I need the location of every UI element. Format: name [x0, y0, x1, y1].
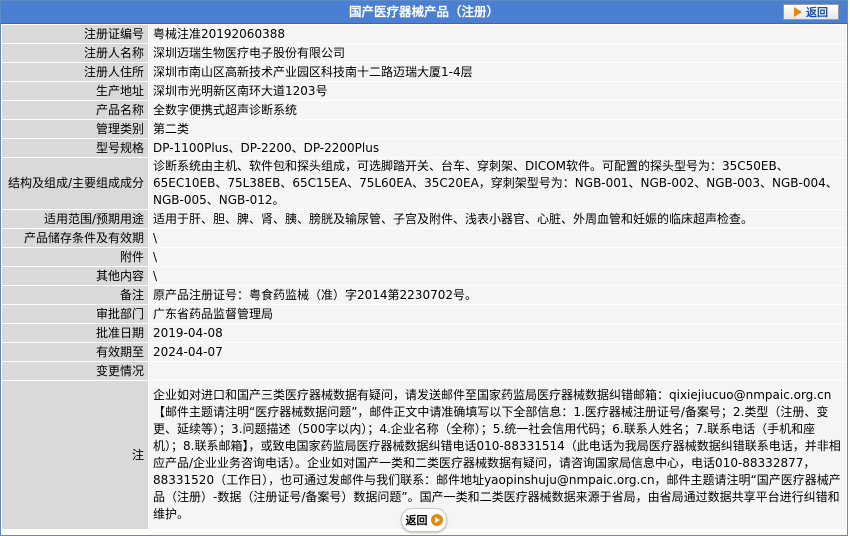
row-label: 有效期至 — [1, 342, 149, 362]
row-label: 注册人住所 — [1, 62, 149, 82]
title-bar: 国产医疗器械产品（注册） 返回 — [1, 1, 847, 24]
detail-panel: 国产医疗器械产品（注册） 返回 注册证编号 粤械注准20192060388 注册… — [0, 0, 848, 536]
back-button-label: 返回 — [806, 6, 828, 19]
detail-table: 注册证编号 粤械注准20192060388 注册人名称 深圳迈瑞生物医疗电子股份… — [1, 24, 847, 530]
table-row: 产品储存条件及有效期 \ — [1, 228, 847, 248]
row-value: 全数字便携式超声诊断系统 — [148, 100, 847, 120]
row-label: 备注 — [1, 285, 149, 305]
row-label: 审批部门 — [1, 304, 149, 324]
row-label: 注册证编号 — [1, 24, 149, 44]
row-value: 深圳迈瑞生物医疗电子股份有限公司 — [148, 43, 847, 63]
row-label: 附件 — [1, 247, 149, 267]
row-value: 广东省药品监督管理局 — [148, 304, 847, 324]
row-label: 批准日期 — [1, 323, 149, 343]
row-value: 原产品注册证号：粤食药监械（准）字2014第2230702号。 — [148, 285, 847, 305]
table-row: 批准日期 2019-04-08 — [1, 323, 847, 343]
row-label: 其他内容 — [1, 266, 149, 286]
table-row: 产品名称 全数字便携式超声诊断系统 — [1, 100, 847, 120]
table-row: 附件 \ — [1, 247, 847, 267]
page-title: 国产医疗器械产品（注册） — [348, 4, 499, 19]
row-value: 粤械注准20192060388 — [148, 24, 847, 44]
table-row: 备注 原产品注册证号：粤食药监械（准）字2014第2230702号。 — [1, 285, 847, 305]
back-button-top[interactable]: 返回 — [783, 4, 839, 20]
table-row: 注册人住所 深圳市南山区高新技术产业园区科技南十二路迈瑞大厦1-4层 — [1, 62, 847, 82]
row-value: \ — [148, 247, 847, 267]
row-label: 变更情况 — [1, 361, 149, 381]
row-value: \ — [148, 266, 847, 286]
row-label: 管理类别 — [1, 119, 149, 139]
table-row: 变更情况 — [1, 361, 847, 381]
table-row: 其他内容 \ — [1, 266, 847, 286]
row-label: 适用范围/预期用途 — [1, 209, 149, 229]
table-row: 注册证编号 粤械注准20192060388 — [1, 24, 847, 44]
table-row: 适用范围/预期用途 适用于肝、胆、脾、肾、胰、膀胱及输尿管、子宫及附件、浅表小器… — [1, 209, 847, 229]
row-value: 诊断系统由主机、软件包和探头组成，可选脚踏开关、台车、穿刺架、DICOM软件。可… — [148, 157, 847, 210]
table-row: 注册人名称 深圳迈瑞生物医疗电子股份有限公司 — [1, 43, 847, 63]
row-value — [148, 361, 847, 381]
table-row: 管理类别 第二类 — [1, 119, 847, 139]
row-value: 第二类 — [148, 119, 847, 139]
table-row: 结构及组成/主要组成成分 诊断系统由主机、软件包和探头组成，可选脚踏开关、台车、… — [1, 157, 847, 210]
row-label: 型号规格 — [1, 138, 149, 158]
row-value: 深圳市光明新区南环大道1203号 — [148, 81, 847, 101]
row-value: 深圳市南山区高新技术产业园区科技南十二路迈瑞大厦1-4层 — [148, 62, 847, 82]
footer: 返回 — [1, 507, 847, 533]
back-button-label: 返回 — [405, 514, 428, 527]
row-label: 结构及组成/主要组成成分 — [1, 157, 149, 210]
table-row: 型号规格 DP-1100Plus、DP-2200、DP-2200Plus — [1, 138, 847, 158]
row-value: 2024-04-07 — [148, 342, 847, 362]
table-row: 审批部门 广东省药品监督管理局 — [1, 304, 847, 324]
row-value: \ — [148, 228, 847, 248]
row-label: 注册人名称 — [1, 43, 149, 63]
row-label: 生产地址 — [1, 81, 149, 101]
table-row: 有效期至 2024-04-07 — [1, 342, 847, 362]
table-row: 生产地址 深圳市光明新区南环大道1203号 — [1, 81, 847, 101]
back-button-bottom[interactable]: 返回 — [401, 508, 447, 532]
arrow-circle-icon — [430, 514, 443, 526]
row-value: DP-1100Plus、DP-2200、DP-2200Plus — [148, 138, 847, 158]
arrow-right-icon — [794, 7, 802, 17]
row-label: 产品名称 — [1, 100, 149, 120]
row-value: 适用于肝、胆、脾、肾、胰、膀胱及输尿管、子宫及附件、浅表小器官、心脏、外周血管和… — [148, 209, 847, 229]
row-label: 产品储存条件及有效期 — [1, 228, 149, 248]
row-value: 2019-04-08 — [148, 323, 847, 343]
